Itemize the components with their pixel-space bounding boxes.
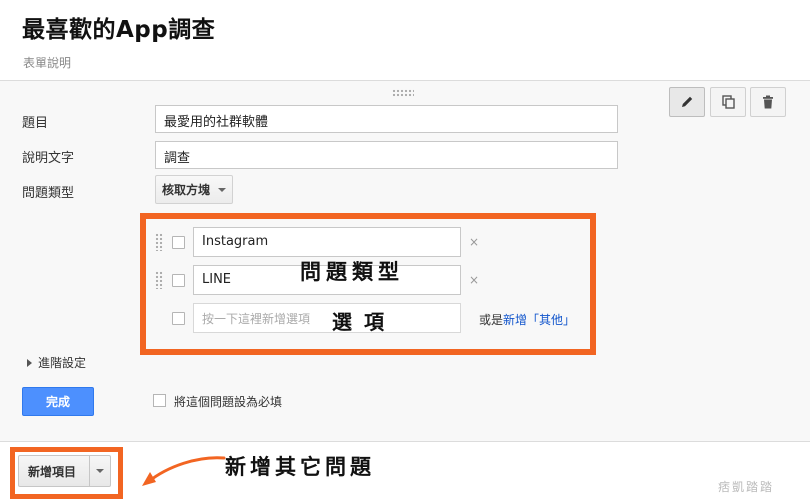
pencil-icon [682, 96, 693, 107]
chevron-down-icon [218, 187, 227, 192]
required-label: 將這個問題設為必填 [174, 395, 283, 409]
annotation-arrow-icon [142, 456, 226, 486]
triangle-right-icon [27, 358, 32, 367]
annotation-question-type: 問題類型 [300, 260, 404, 284]
done-button[interactable]: 完成 [22, 387, 94, 416]
add-item-label: 新增項目 [28, 464, 77, 479]
question-title-input[interactable]: 最愛用的社群軟體 [155, 105, 618, 133]
duplicate-button[interactable] [710, 87, 746, 117]
annotation-add-question: 新增其它問題 [225, 455, 375, 479]
form-title: 最喜歡的App調查 [22, 17, 216, 43]
help-text-label: 說明文字 [22, 151, 75, 166]
question-type-value: 核取方塊 [162, 183, 211, 197]
watermark: 痞凱踏踏 [718, 480, 775, 494]
edit-button[interactable] [669, 87, 705, 117]
trash-icon [763, 95, 773, 109]
button-divider [89, 456, 90, 486]
question-editor: 題目 最愛用的社群軟體 說明文字 調查 問題類型 核取方塊 Instagram … [0, 80, 810, 442]
advanced-settings-label: 進階設定 [38, 356, 87, 370]
delete-button[interactable] [750, 87, 786, 117]
question-type-label: 問題類型 [22, 186, 75, 201]
question-type-select[interactable]: 核取方塊 [155, 175, 233, 204]
advanced-settings-toggle[interactable]: 進階設定 [27, 354, 86, 371]
required-checkbox[interactable] [153, 394, 166, 407]
title-label: 題目 [22, 116, 49, 131]
copy-icon [722, 95, 735, 109]
help-text-input[interactable]: 調查 [155, 141, 618, 169]
drag-handle-icon[interactable] [392, 89, 414, 97]
chevron-down-icon[interactable] [96, 469, 104, 473]
annotation-options: 選項 [332, 310, 396, 334]
form-description[interactable]: 表單說明 [23, 54, 71, 71]
add-item-button[interactable]: 新增項目 [18, 455, 111, 487]
